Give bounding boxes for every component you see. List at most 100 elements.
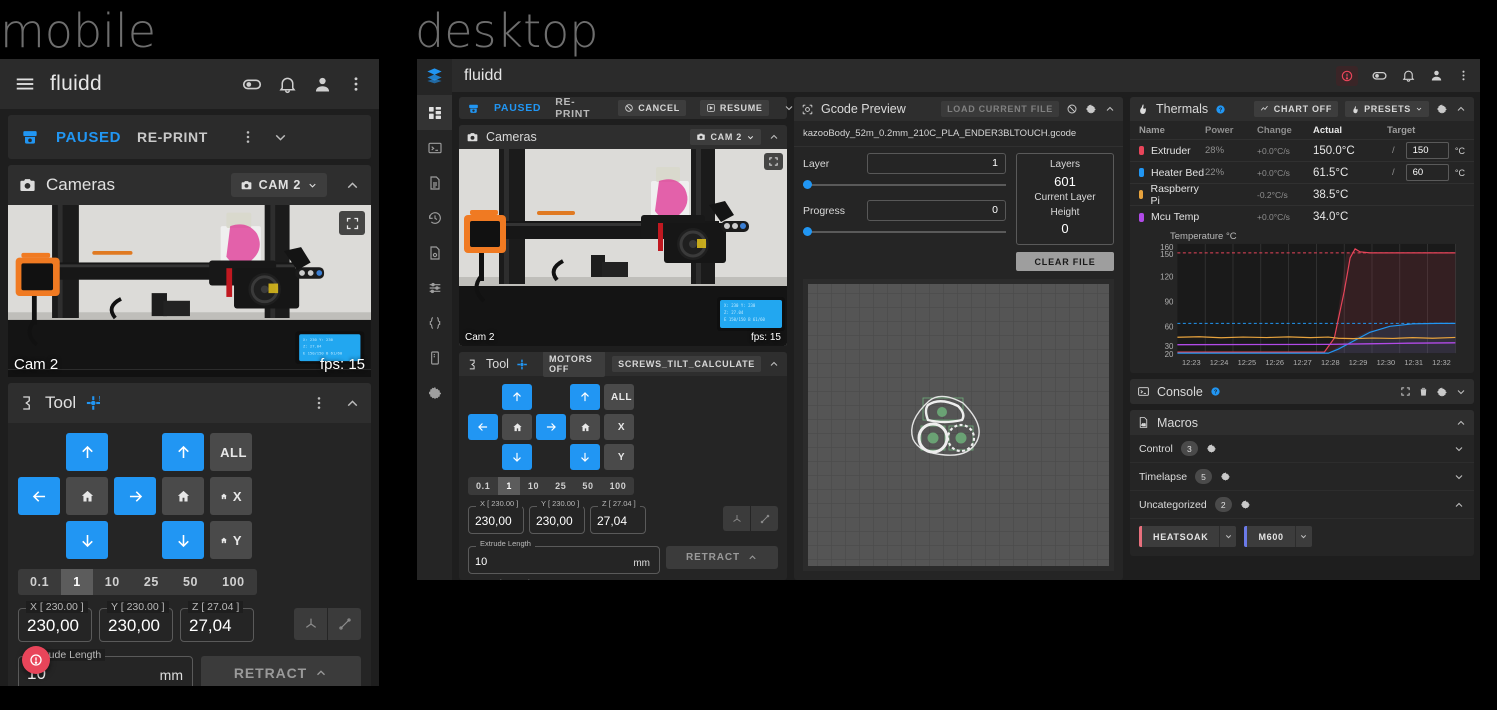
resume-button[interactable]: RESUME <box>700 100 769 116</box>
step-option[interactable]: 50 <box>171 569 210 595</box>
error-icon[interactable] <box>1336 66 1358 86</box>
jog-z-plus-button[interactable] <box>162 433 204 471</box>
menu-icon[interactable] <box>14 73 36 95</box>
macro-group-uncategorized[interactable]: Uncategorized 2 <box>1130 491 1474 519</box>
camera-selector[interactable]: CAM 2 <box>690 129 761 145</box>
step-option[interactable]: 25 <box>132 569 171 595</box>
layer-slider[interactable] <box>803 178 1006 192</box>
step-option[interactable]: 0.1 <box>468 477 498 495</box>
y-position-field[interactable]: Y [ 230.00 ] 230,00 <box>99 608 173 642</box>
gear-icon[interactable] <box>1240 499 1251 510</box>
home-all-button[interactable]: ALL <box>604 384 634 410</box>
bell-icon[interactable] <box>277 74 298 95</box>
home-y-button[interactable]: Y <box>604 444 634 470</box>
sidebar-item-settings[interactable] <box>417 375 452 410</box>
sidebar-item-system[interactable] <box>417 340 452 375</box>
home-xy-button[interactable] <box>66 477 108 515</box>
sidebar-item-gcode[interactable] <box>417 235 452 270</box>
step-option[interactable]: 10 <box>520 477 547 495</box>
gear-icon[interactable] <box>1436 103 1448 115</box>
jog-x-minus-button[interactable] <box>18 477 60 515</box>
desktop-camera-feed[interactable]: X: 230 Y: 230 Z: 27.04 E 150/150 B 61/60… <box>459 149 787 346</box>
screws-tilt-calculate-button[interactable]: SCREWS_TILT_CALCULATE <box>612 356 761 372</box>
macro-heatsoak[interactable]: HEATSOAK <box>1139 526 1236 547</box>
macro-group-control[interactable]: Control 3 <box>1130 435 1474 463</box>
presets-button[interactable]: PRESETS <box>1345 101 1429 117</box>
overflow-icon[interactable] <box>347 74 365 94</box>
step-option[interactable]: 50 <box>574 477 601 495</box>
gear-icon[interactable] <box>1436 386 1448 398</box>
progress-slider-knob[interactable] <box>803 227 812 236</box>
layer-input[interactable]: 1 <box>867 153 1006 174</box>
table-row[interactable]: Extruder 28% +0.0°C/s 150.0°C /150°C <box>1130 140 1474 162</box>
jog-y-plus-button[interactable] <box>66 433 108 471</box>
step-option[interactable]: 25 <box>547 477 574 495</box>
chevron-up-icon[interactable] <box>344 395 361 412</box>
overflow-icon[interactable] <box>311 394 327 412</box>
chevron-down-icon[interactable] <box>1453 443 1465 455</box>
chevron-up-icon[interactable] <box>1455 103 1467 115</box>
home-x-button[interactable]: X <box>210 477 252 515</box>
macro-group-timelapse[interactable]: Timelapse 5 <box>1130 463 1474 491</box>
chevron-up-icon[interactable] <box>344 177 361 194</box>
jog-x-minus-button[interactable] <box>468 414 498 440</box>
sidebar-item-history[interactable] <box>417 200 452 235</box>
bell-icon[interactable] <box>1401 68 1416 83</box>
x-position-field[interactable]: X [ 230.00 ] 230,00 <box>18 608 92 642</box>
jog-y-minus-button[interactable] <box>502 444 532 470</box>
reprint-button[interactable]: RE-PRINT <box>555 96 590 120</box>
axis-3d-icon[interactable] <box>723 506 750 531</box>
retract-button[interactable]: RETRACT <box>201 656 361 686</box>
jog-y-plus-button[interactable] <box>502 384 532 410</box>
fullscreen-button[interactable] <box>764 153 783 170</box>
overflow-icon[interactable] <box>1457 68 1470 83</box>
layer-slider-knob[interactable] <box>803 180 812 189</box>
fullscreen-button[interactable] <box>339 211 365 235</box>
z-position-field[interactable]: Z [ 27.04 ] 27,04 <box>180 608 254 642</box>
sidebar-item-console[interactable] <box>417 130 452 165</box>
chevron-up-icon[interactable] <box>1455 417 1467 429</box>
chevron-up-icon[interactable] <box>768 131 780 143</box>
step-option[interactable]: 100 <box>602 477 635 495</box>
fullscreen-icon[interactable] <box>1400 386 1411 397</box>
home-x-button[interactable]: X <box>604 414 634 440</box>
axis-diagonal-icon[interactable] <box>328 608 361 640</box>
reprint-button[interactable]: RE-PRINT <box>137 129 208 145</box>
help-icon[interactable]: ? <box>1215 104 1226 115</box>
sidebar-item-tune[interactable] <box>417 270 452 305</box>
jog-z-plus-button[interactable] <box>570 384 600 410</box>
jog-step-selector[interactable]: 0.1 1 10 25 50 100 <box>468 477 634 495</box>
chevron-down-icon[interactable] <box>783 102 795 114</box>
jog-step-selector[interactable]: 0.1 1 10 25 50 100 <box>18 569 257 595</box>
chevron-up-icon[interactable] <box>1104 103 1116 115</box>
cancel-button[interactable]: CANCEL <box>618 100 686 116</box>
axis-3d-icon[interactable] <box>294 608 327 640</box>
progress-input[interactable]: 0 <box>867 200 1006 221</box>
home-y-button[interactable]: Y <box>210 521 252 559</box>
gear-icon[interactable] <box>1085 103 1097 115</box>
step-option-selected[interactable]: 1 <box>498 477 520 495</box>
macro-label[interactable]: HEATSOAK <box>1142 526 1219 547</box>
sidebar-item-jobs[interactable] <box>417 165 452 200</box>
macro-dropdown[interactable] <box>1295 526 1312 547</box>
chevron-down-icon[interactable] <box>1453 471 1465 483</box>
account-icon[interactable] <box>312 74 333 95</box>
overflow-icon[interactable] <box>240 128 256 146</box>
toggle-icon[interactable] <box>241 73 263 95</box>
y-position-field[interactable]: Y [ 230.00 ] 230,00 <box>529 506 585 534</box>
home-all-button[interactable]: ALL <box>210 433 252 471</box>
gcode-viewport[interactable] <box>803 279 1114 571</box>
load-current-file-button[interactable]: LOAD CURRENT FILE <box>941 101 1059 117</box>
jog-x-plus-button[interactable] <box>536 414 566 440</box>
sidebar-item-config[interactable] <box>417 305 452 340</box>
motors-off-button[interactable]: MOTORS OFF <box>543 352 605 377</box>
jog-x-plus-button[interactable] <box>114 477 156 515</box>
chart-off-button[interactable]: CHART OFF <box>1254 101 1338 117</box>
temperature-chart[interactable]: Temperature °C 160 150 120 90 60 30 <box>1130 228 1474 373</box>
help-icon[interactable]: ? <box>1210 386 1221 397</box>
chevron-up-icon[interactable] <box>768 358 780 370</box>
progress-slider[interactable] <box>803 225 1006 239</box>
table-row[interactable]: Raspberry Pi -0.2°C/s 38.5°C <box>1130 184 1474 206</box>
jog-z-minus-button[interactable] <box>162 521 204 559</box>
table-row[interactable]: Heater Bed 22% +0.0°C/s 61.5°C /60°C <box>1130 162 1474 184</box>
